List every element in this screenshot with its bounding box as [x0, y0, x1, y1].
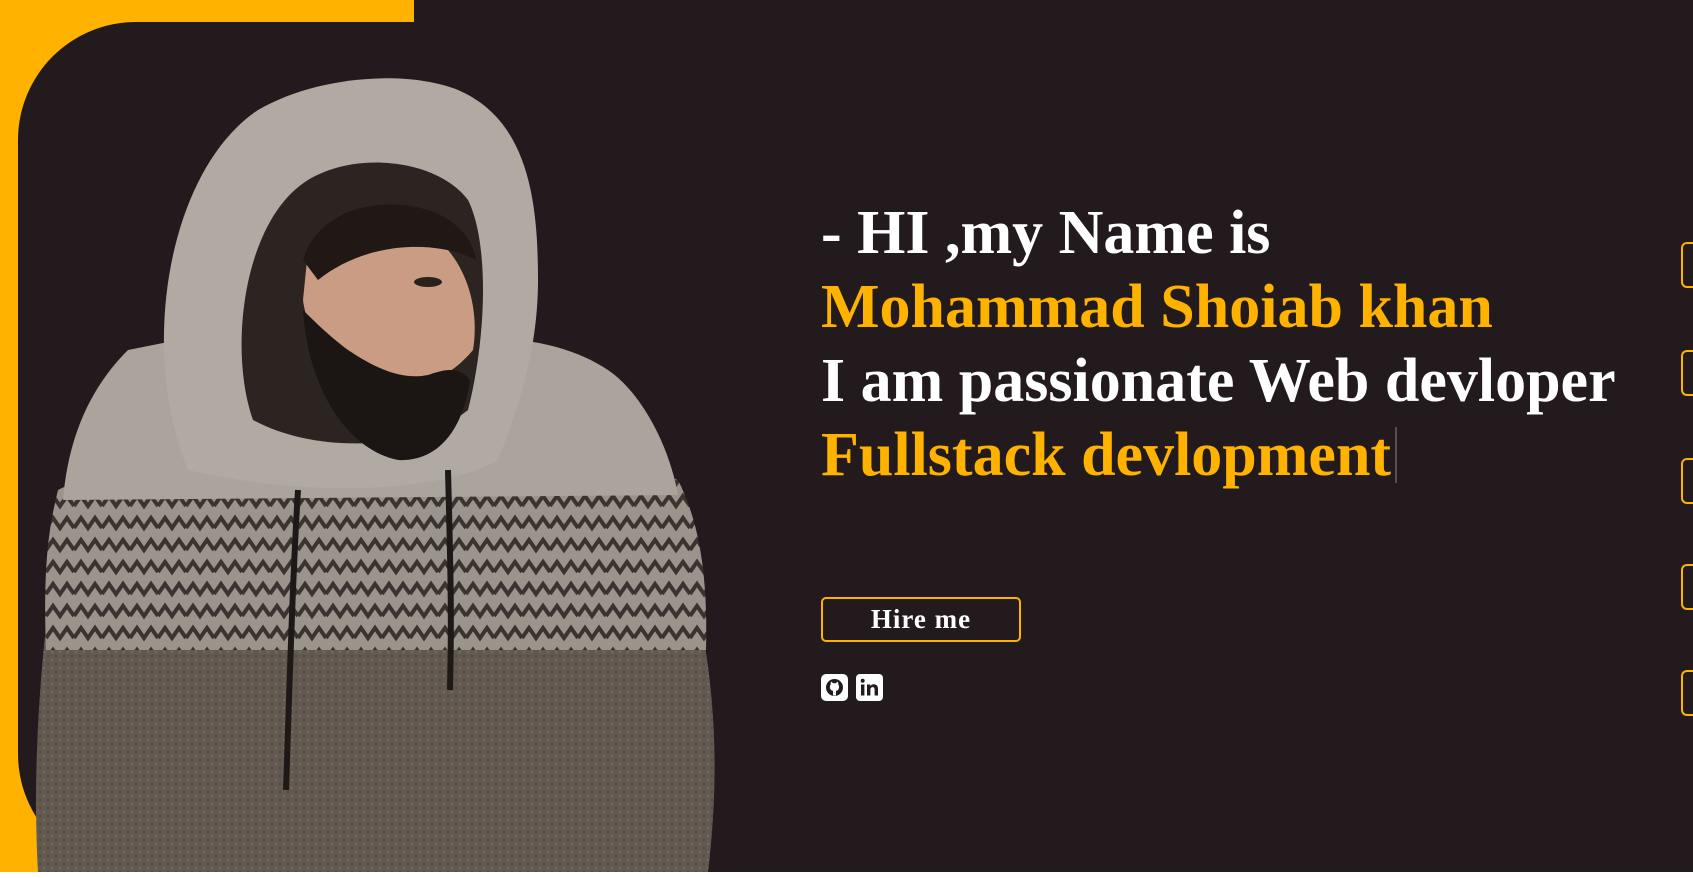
side-nav-tab[interactable] — [1681, 670, 1693, 716]
github-icon[interactable] — [821, 674, 848, 701]
tagline-text: I am passionate Web devloper — [821, 347, 1616, 415]
typed-role-text: Fullstack devlopment — [821, 421, 1392, 489]
side-nav-tab[interactable] — [1681, 242, 1693, 288]
linkedin-icon[interactable] — [856, 674, 883, 701]
profile-photo — [36, 78, 715, 872]
social-links — [821, 674, 883, 701]
side-nav-tab[interactable] — [1681, 458, 1693, 504]
hero-top-band — [414, 0, 1693, 22]
hire-me-button[interactable]: Hire me — [821, 597, 1021, 642]
typing-cursor — [1395, 427, 1398, 483]
hero-headline: - HI ,my Name is Mohammad Shoiab khan I … — [821, 196, 1616, 492]
name-text: Mohammad Shoiab khan — [821, 273, 1493, 341]
greeting-text: - HI ,my Name is — [821, 199, 1271, 267]
hero-section: - HI ,my Name is Mohammad Shoiab khan I … — [0, 0, 1693, 872]
side-nav-tab[interactable] — [1681, 350, 1693, 396]
typed-role-line: Fullstack devlopment — [821, 418, 1616, 492]
side-nav-tab[interactable] — [1681, 564, 1693, 610]
